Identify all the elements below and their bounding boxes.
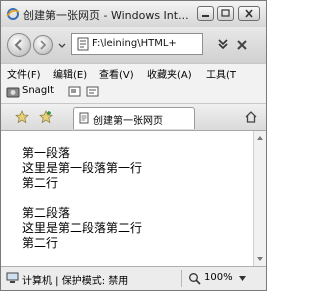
scroll-up-arrow-icon[interactable]	[256, 134, 264, 142]
history-dropdown-icon[interactable]	[57, 40, 67, 50]
status-divider	[181, 270, 182, 287]
zoom-dropdown-icon[interactable]	[239, 276, 246, 281]
maximize-icon	[221, 9, 230, 17]
menu-view[interactable]: 查看(V)	[99, 66, 134, 81]
capture-window-icon[interactable]	[68, 85, 81, 98]
capture-region-icon[interactable]	[86, 85, 99, 98]
stop-icon[interactable]	[235, 38, 249, 52]
browser-window: 创建第一张网页 - Windows Int... F:\leining\HTML…	[0, 0, 267, 291]
toolbar: SnagIt	[1, 81, 266, 104]
refresh-icon[interactable]	[216, 38, 230, 52]
favorites-star-icon[interactable]	[15, 110, 29, 124]
window-title: 创建第一张网页 - Windows Int...	[23, 9, 189, 22]
scroll-down-arrow-icon[interactable]	[256, 255, 264, 263]
zoom-magnifier-icon[interactable]	[188, 272, 201, 285]
menu-favorites[interactable]: 收藏夹(A)	[147, 66, 192, 81]
menu-tools[interactable]: 工具(T	[206, 66, 236, 81]
paragraph-2-line-3: 第二行	[22, 236, 59, 250]
forward-arrow-icon	[40, 40, 47, 50]
vertical-scrollbar[interactable]	[253, 131, 266, 266]
ie-logo-icon	[6, 8, 20, 20]
page-icon	[77, 37, 89, 51]
title-bar: 创建第一张网页 - Windows Int...	[1, 1, 266, 27]
zoom-level[interactable]: 100%	[204, 272, 233, 283]
paragraph-1-line-3: 第二行	[22, 176, 59, 190]
forward-button[interactable]	[33, 35, 53, 55]
page-content: 第一段落 这里是第一段落第一行 第二行 第二段落 这里是第二段落第二行 第二行	[1, 131, 253, 266]
menu-edit[interactable]: 编辑(E)	[53, 66, 87, 81]
security-zone-text: 计算机 | 保护模式: 禁用	[22, 276, 129, 287]
paragraph-1: 第一段落 这里是第一段落第一行 第二行	[22, 146, 142, 191]
address-url[interactable]: F:\leining\HTML+	[92, 38, 200, 49]
page-body: 第一段落 这里是第一段落第一行 第二行 第二段落 这里是第二段落第二行 第二行	[22, 146, 142, 266]
home-icon[interactable]	[244, 110, 258, 124]
close-button[interactable]	[238, 6, 260, 21]
tab-current-page[interactable]: 创建第一张网页	[73, 107, 195, 129]
add-favorites-icon[interactable]	[39, 110, 53, 124]
address-bar[interactable]: F:\leining\HTML+	[71, 33, 203, 55]
minimize-icon	[202, 15, 209, 17]
computer-icon	[6, 272, 19, 283]
paragraph-2: 第二段落 这里是第二段落第二行 第二行	[22, 206, 142, 251]
minimize-button[interactable]	[197, 6, 214, 21]
page-icon	[79, 112, 89, 124]
back-button[interactable]	[7, 33, 31, 57]
paragraph-2-line-2: 这里是第二段落第二行	[22, 221, 143, 235]
back-arrow-icon	[14, 39, 22, 51]
status-bar: 计算机 | 保护模式: 禁用 100%	[1, 266, 266, 290]
paragraph-1-line-1: 第一段落	[22, 146, 71, 160]
tab-title: 创建第一张网页	[93, 116, 163, 127]
paragraph-2-line-1: 第二段落	[22, 206, 71, 220]
menu-bar: 文件(F) 编辑(E) 查看(V) 收藏夹(A) 工具(T	[1, 63, 266, 82]
close-icon	[245, 9, 253, 18]
tab-bar: 创建第一张网页	[1, 104, 266, 131]
snagit-button[interactable]: SnagIt	[22, 85, 54, 96]
paragraph-1-line-2: 这里是第一段落第一行	[22, 161, 143, 175]
menu-file[interactable]: 文件(F)	[7, 66, 41, 81]
maximize-button[interactable]	[217, 6, 234, 21]
navigation-bar: F:\leining\HTML+	[1, 27, 266, 63]
snagit-icon[interactable]	[6, 86, 20, 98]
